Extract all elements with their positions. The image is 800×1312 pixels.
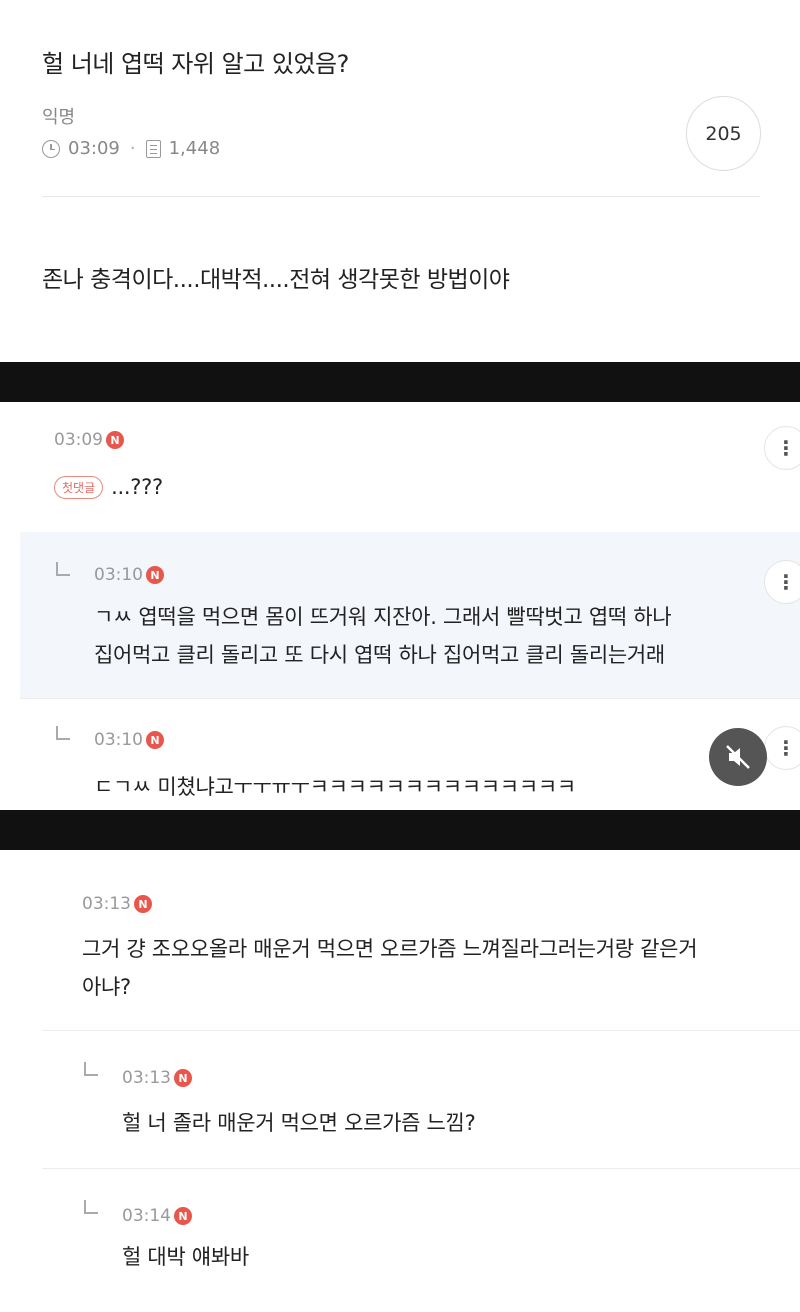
comments-panel-1: 03:09 N 첫댓글 ...??? ⋮ 03:10 N ㄱㅆ 엽떡을 먹으면 … bbox=[0, 402, 800, 810]
post-author: 익명 bbox=[42, 107, 76, 128]
comments-panel-2: 03:13 N 그거 걍 조오오올라 매운거 먹으면 오르가즘 느껴질라그러는거… bbox=[0, 850, 800, 1312]
more-options-button[interactable]: ⋮ bbox=[764, 560, 800, 604]
comment-time: 03:10 N bbox=[94, 565, 164, 585]
more-icon: ⋮ bbox=[776, 570, 796, 594]
post-views: 1,448 bbox=[168, 138, 221, 159]
meta-separator: · bbox=[129, 138, 136, 159]
divider bbox=[20, 698, 800, 699]
comment: 03:09 N bbox=[54, 430, 124, 450]
comment-text: ...??? bbox=[111, 475, 163, 499]
more-options-button[interactable]: ⋮ bbox=[764, 726, 800, 770]
new-badge-icon: N bbox=[146, 731, 164, 749]
reply-arrow-icon bbox=[84, 1200, 98, 1214]
comment-text: 헐 대박 얘봐바 bbox=[122, 1245, 249, 1269]
reply-arrow-icon bbox=[84, 1062, 98, 1076]
comment-count-button[interactable]: 205 bbox=[686, 96, 761, 171]
screenshot-separator bbox=[0, 810, 800, 850]
new-badge-icon: N bbox=[146, 566, 164, 584]
comment-body: 첫댓글 ...??? bbox=[54, 472, 163, 502]
divider bbox=[42, 1168, 800, 1169]
muted-speaker-icon bbox=[726, 745, 750, 769]
new-badge-icon: N bbox=[174, 1069, 192, 1087]
comment-text: 헐 너 졸라 매운거 먹으면 오르가즘 느낌? bbox=[122, 1111, 476, 1135]
comment-time: 03:13 N bbox=[122, 1068, 192, 1088]
comment-text: ㄱㅆ 엽떡을 먹으면 몸이 뜨거워 지잔아. 그래서 빨딱벗고 엽떡 하나 집어… bbox=[94, 605, 672, 667]
comment-count: 205 bbox=[705, 122, 742, 145]
mute-button[interactable] bbox=[709, 728, 767, 786]
more-icon: ⋮ bbox=[776, 736, 796, 760]
screenshot-separator bbox=[0, 362, 800, 402]
reply-arrow-icon bbox=[56, 562, 70, 576]
views-icon bbox=[145, 139, 161, 158]
new-badge-icon: N bbox=[174, 1207, 192, 1225]
comment-text: 그거 걍 조오오올라 매운거 먹으면 오르가즘 느껴질라그러는거랑 같은거 아냐… bbox=[82, 937, 698, 999]
post-panel: 헐 너네 엽떡 자위 알고 있었음? 익명 03:09 · 1,448 205 … bbox=[0, 0, 800, 362]
comment-time: 03:13 N bbox=[82, 894, 152, 914]
more-icon: ⋮ bbox=[776, 436, 796, 460]
divider bbox=[42, 1030, 800, 1031]
post-meta: 03:09 · 1,448 bbox=[42, 138, 220, 159]
comment-text: ㄷㄱㅆ 미쳤냐고ㅜㅜㅠㅜㅋㅋㅋㅋㅋㅋㅋㅋㅋㅋㅋㅋㅋㅋ bbox=[94, 775, 576, 799]
new-badge-icon: N bbox=[134, 895, 152, 913]
comment-time: 03:10 N bbox=[94, 730, 164, 750]
divider bbox=[42, 196, 760, 197]
post-title: 헐 너네 엽떡 자위 알고 있었음? bbox=[42, 50, 349, 78]
comment-time: 03:09 N bbox=[54, 430, 124, 450]
more-options-button[interactable]: ⋮ bbox=[764, 426, 800, 470]
comment-time: 03:14 N bbox=[122, 1206, 192, 1226]
clock-icon bbox=[42, 139, 60, 158]
new-badge-icon: N bbox=[106, 431, 124, 449]
reply-arrow-icon bbox=[56, 726, 70, 740]
first-comment-badge: 첫댓글 bbox=[54, 475, 104, 499]
post-body: 존나 충격이다....대박적....전혀 생각못한 방법이야 bbox=[42, 267, 510, 293]
post-time: 03:09 bbox=[68, 138, 120, 159]
